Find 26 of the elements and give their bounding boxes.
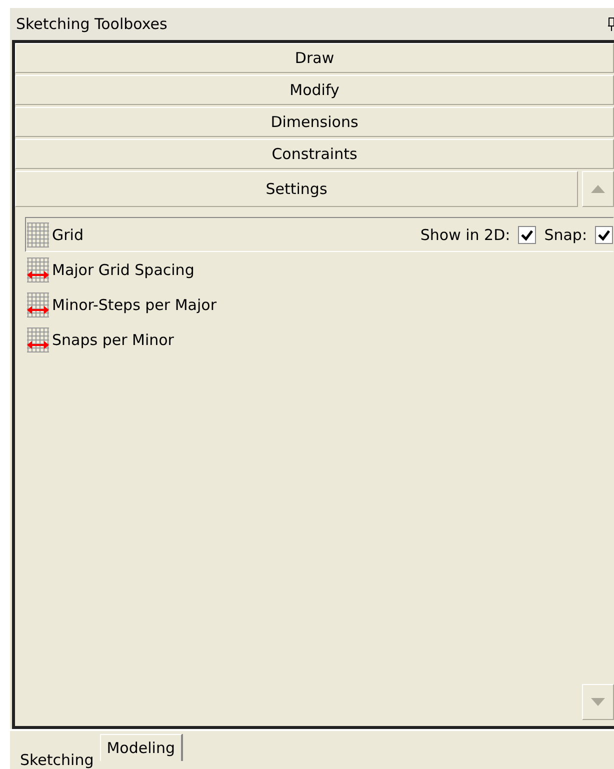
grid-spacing-icon xyxy=(26,256,50,282)
section-header[interactable]: Modify xyxy=(15,75,614,105)
section-header[interactable]: Constraints xyxy=(15,139,614,169)
settings-item[interactable]: Snaps per Minor xyxy=(25,322,614,357)
grid-spacing-icon xyxy=(26,326,50,352)
item-label: Snaps per Minor xyxy=(52,330,174,348)
item-label: Grid xyxy=(52,226,84,244)
checkbox[interactable] xyxy=(595,226,613,244)
caret-up-icon xyxy=(591,185,605,193)
option-label: Snap: xyxy=(544,226,587,244)
settings-item[interactable]: Major Grid Spacing xyxy=(25,252,614,287)
item-label: Major Grid Spacing xyxy=(52,260,194,278)
settings-item[interactable]: Grid Show in 2D: Snap: xyxy=(25,217,614,252)
item-label: Minor-Steps per Major xyxy=(52,296,216,314)
settings-item[interactable]: Minor-Steps per Major xyxy=(25,287,614,322)
pin-icon[interactable] xyxy=(608,17,614,31)
caret-down-icon xyxy=(591,698,605,706)
option-label: Show in 2D: xyxy=(420,226,510,244)
checkbox[interactable] xyxy=(518,226,536,244)
section-header[interactable]: Dimensions xyxy=(15,107,614,137)
tab[interactable]: Modeling xyxy=(100,734,182,761)
grid-icon xyxy=(26,222,50,248)
section-header[interactable]: Draw xyxy=(15,43,614,73)
section-header[interactable]: Settings xyxy=(15,171,578,207)
window-title: Sketching Toolboxes xyxy=(16,15,168,33)
grid-spacing-icon xyxy=(26,292,50,318)
